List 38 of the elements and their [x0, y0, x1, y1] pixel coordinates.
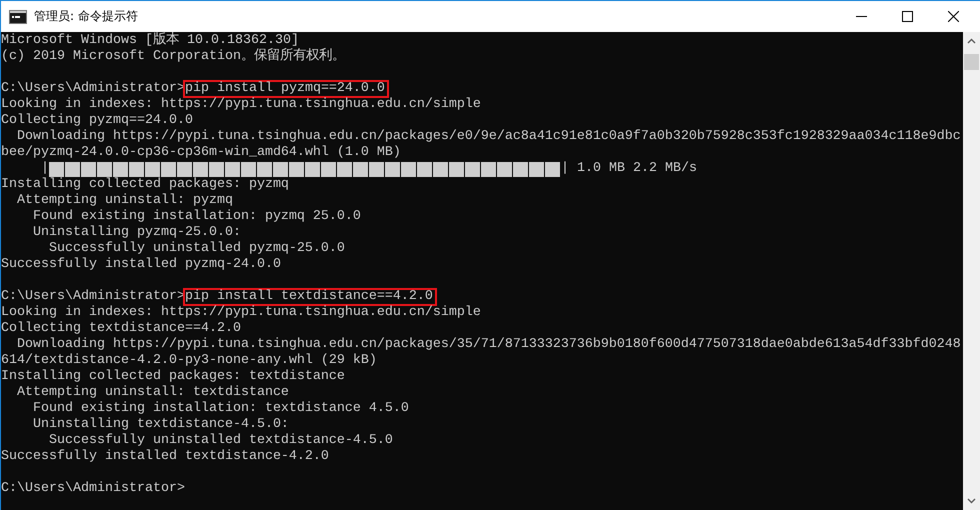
prompt-text: C:\Users\Administrator> [1, 481, 185, 497]
close-icon[interactable] [948, 11, 958, 22]
scroll-up-icon[interactable] [967, 38, 976, 44]
maximize-icon[interactable] [902, 11, 912, 22]
output-line: Successfully installed pyzmq-24.0.0 [1, 257, 281, 273]
scroll-thumb[interactable] [964, 54, 979, 70]
output-line: Attempting uninstall: textdistance [16, 385, 289, 401]
output-line: Uninstalling pyzmq-25.0.0: [32, 225, 241, 241]
bar-edge: | [561, 161, 569, 177]
output-line: Successfully uninstalled pyzmq-25.0.0 [48, 241, 345, 257]
scroll-down-icon[interactable] [967, 498, 976, 504]
output-line: Looking in indexes: https://pypi.tuna.tsinghua.edu.cn/simple [1, 305, 481, 321]
output-line: Microsoft Windows [版本 10.0.18362.30] [1, 33, 299, 48]
progress-reading: 1.0 MB 2.2 MB/s [577, 161, 697, 177]
prompt-text: C:\Users\Administrator> [1, 289, 185, 305]
output-line: Collecting pyzmq==24.0.0 [1, 113, 193, 129]
terminal-icon [9, 10, 27, 24]
window-title: 管理员: 命令提示符 [34, 8, 138, 25]
output-line: Successfully installed textdistance-4.2.0 [1, 449, 329, 465]
output-line: 614/textdistance-4.2.0-py3-none-any.whl (29 kB) [1, 353, 377, 369]
output-line: Attempting uninstall: pyzmq [16, 193, 233, 209]
output-line: bee/pyzmq-24.0.0-cp36-cp36m-win_amd64.whl (1.0 MB) [1, 145, 401, 161]
output-line: Found existing installation: textdistance 4.5.0 [32, 401, 409, 417]
output-line: Downloading https://pypi.tuna.tsinghua.edu.cn/packages/e0/9e/ac8a41c91e81c0a9f7a0b320b75928c353fc1928329aa034c118e9dbc [16, 129, 961, 145]
output-line: Collecting textdistance==4.2.0 [1, 321, 241, 337]
output-line: Looking in indexes: https://pypi.tuna.tsinghua.edu.cn/simple [1, 97, 481, 113]
scrollbar[interactable] [963, 32, 980, 510]
output-line: (c) 2019 Microsoft Corporation。保留所有权利。 [1, 49, 345, 65]
output-line: Found existing installation: pyzmq 25.0.0 [32, 209, 361, 225]
highlighted-command: pip install textdistance==4.2.0 [182, 288, 437, 306]
output-line: Successfully uninstalled textdistance-4.5.0 [48, 433, 393, 449]
output-line: Installing collected packages: textdistance [1, 369, 345, 385]
output-line: Downloading https://pypi.tuna.tsinghua.edu.cn/packages/35/71/87133323736b9b0180f600d477507318dae0abde613a54df33bfd0248 [16, 337, 961, 353]
output-line: Installing collected packages: pyzmq [1, 177, 289, 193]
output-line: Uninstalling textdistance-4.5.0: [32, 417, 289, 433]
prompt-text: C:\Users\Administrator> [1, 81, 185, 97]
bar-edge: | [41, 161, 49, 177]
highlighted-command: pip install pyzmq==24.0.0 [182, 80, 389, 98]
